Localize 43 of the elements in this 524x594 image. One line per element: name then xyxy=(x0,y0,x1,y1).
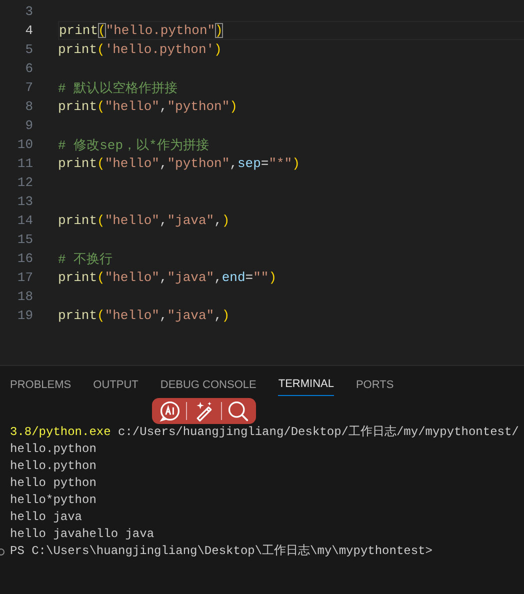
line-number: 4 xyxy=(24,23,33,38)
panel-tab[interactable]: PORTS xyxy=(356,376,394,396)
code-line: print("hello.python") xyxy=(59,23,223,38)
code-line: print("hello","java",) xyxy=(58,308,230,323)
panel-tab[interactable]: OUTPUT xyxy=(93,376,138,396)
line-number: 17 xyxy=(16,270,33,285)
search-icon[interactable] xyxy=(227,400,250,422)
code-line: print("hello","java",end="") xyxy=(58,270,277,285)
line-number: 13 xyxy=(16,194,33,209)
line-number: 9 xyxy=(24,118,33,133)
terminal-line: hello python xyxy=(10,475,96,492)
panel-tab[interactable]: PROBLEMS xyxy=(10,376,72,396)
panel-tab[interactable]: DEBUG CONSOLE xyxy=(160,376,256,396)
line-number: 11 xyxy=(16,156,33,171)
code-line: # 不换行 xyxy=(58,250,113,268)
code-line: print("hello","java",) xyxy=(58,213,230,228)
terminal-line: hello.python xyxy=(10,458,96,475)
line-number: 8 xyxy=(24,99,33,114)
code-line: print('hello.python') xyxy=(58,42,222,57)
line-number: 3 xyxy=(24,4,33,19)
line-number: 15 xyxy=(16,232,33,247)
terminal-line: hello javahello java xyxy=(10,526,154,543)
line-number: 7 xyxy=(24,80,33,95)
line-number: 14 xyxy=(16,213,33,228)
code-line: print("hello","python",sep="*") xyxy=(58,156,300,171)
line-number: 19 xyxy=(16,308,33,323)
terminal-line: 3.8/python.exe c:/Users/huangjingliang/Desktop/工作日志/my/mypythontest/ xyxy=(10,424,519,441)
terminal-line: hello.python xyxy=(10,441,96,458)
code-line: # 修改sep，以*作为拼接 xyxy=(58,136,209,154)
ai-icon[interactable] xyxy=(158,400,181,422)
terminal-line: hello*python xyxy=(10,492,96,509)
code-line: print("hello","python") xyxy=(58,99,238,114)
line-number: 5 xyxy=(24,42,33,57)
line-number: 16 xyxy=(16,251,33,266)
line-number: 12 xyxy=(16,175,33,190)
command-status-icon[interactable] xyxy=(0,548,5,556)
line-number: 6 xyxy=(24,61,33,76)
terminal-line: hello java xyxy=(10,509,82,526)
line-number: 18 xyxy=(16,289,33,304)
line-number: 10 xyxy=(16,137,33,152)
code-line: # 默认以空格作拼接 xyxy=(58,80,178,96)
panel-tab[interactable]: TERMINAL xyxy=(278,376,334,396)
terminal-prompt: PS C:\Users\huangjingliang\Desktop\工作日志\my\mypythontest> xyxy=(10,543,432,560)
